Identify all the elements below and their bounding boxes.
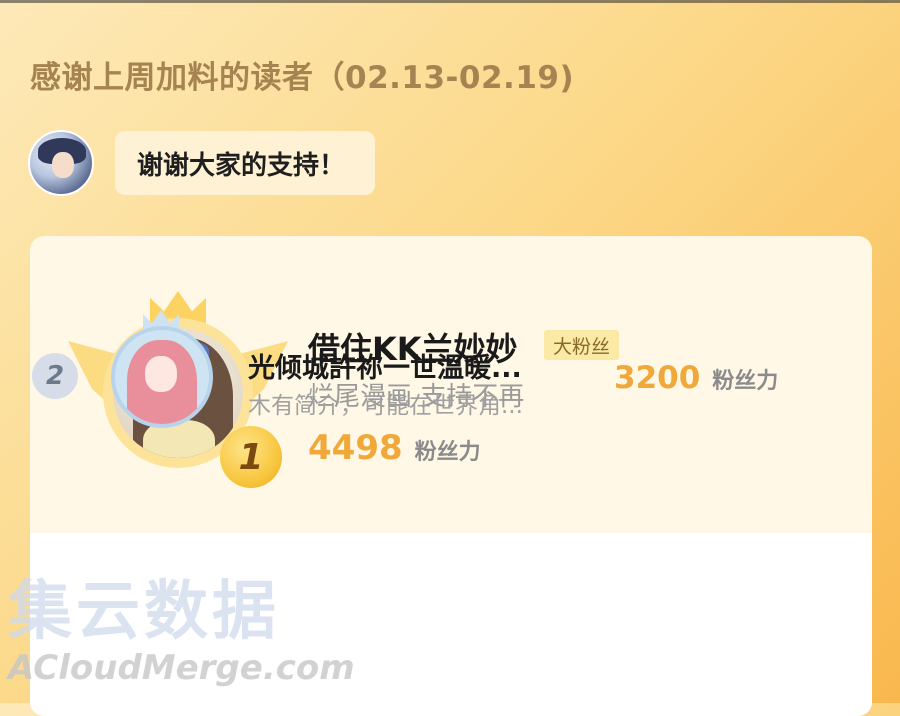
- rank-1-medal: 1: [220, 426, 282, 488]
- watermark-chinese: 集云数据: [8, 575, 280, 649]
- top-fan-score: 4498 粉丝力: [308, 428, 481, 468]
- page-title: 感谢上周加料的读者（02.13-02.19): [30, 60, 575, 96]
- fan-level-badge: 大粉丝: [544, 330, 620, 360]
- top-edge: [0, 0, 900, 3]
- second-fan-score: 3200 粉丝力: [614, 360, 778, 396]
- avatar2-face: [145, 356, 177, 392]
- watermark-english: ACloudMerge.com: [8, 648, 355, 688]
- second-fan-score-value: 3200: [614, 360, 701, 396]
- author-message-bubble: 谢谢大家的支持！: [115, 131, 376, 195]
- rank-2-medal: 2: [32, 353, 78, 399]
- top-fan-score-unit: 粉丝力: [414, 440, 481, 465]
- second-fan-score-unit: 粉丝力: [712, 369, 779, 394]
- author-avatar[interactable]: [28, 130, 94, 196]
- top-fan-score-value: 4498: [308, 428, 403, 468]
- avatar-face: [52, 152, 74, 178]
- second-fan-description: 木有简介，可能在世界角...: [248, 393, 523, 419]
- second-fan-name[interactable]: 光倾城許祢一世溫暖...: [248, 346, 522, 385]
- second-fan-avatar[interactable]: [111, 326, 213, 428]
